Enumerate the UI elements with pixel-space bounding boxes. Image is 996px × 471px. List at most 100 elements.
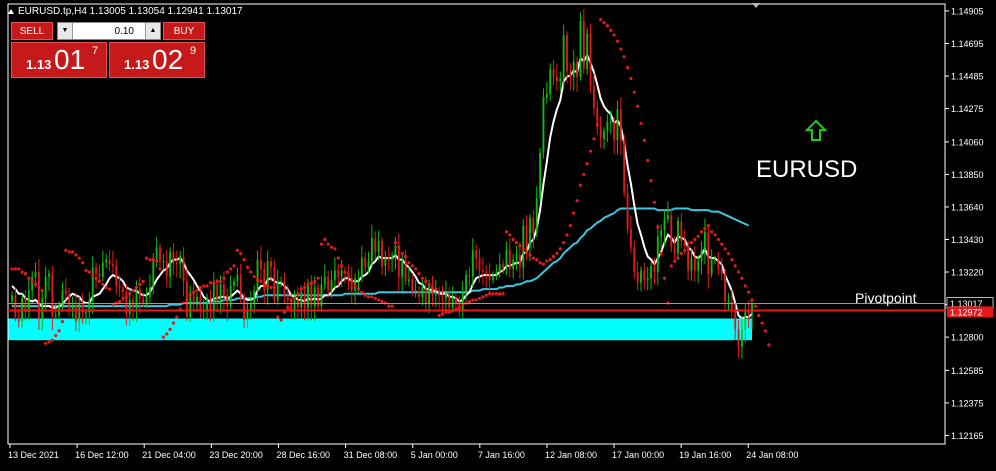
parabolic-sar-dot <box>488 292 492 296</box>
parabolic-sar-dot <box>222 276 226 280</box>
parabolic-sar-dot <box>474 298 478 302</box>
collapse-triangle-icon[interactable] <box>8 8 14 14</box>
symbol-label: EURUSD <box>756 156 857 183</box>
parabolic-sar-dot <box>629 76 633 80</box>
candle-body <box>444 293 447 299</box>
candle-body <box>434 292 437 296</box>
y-axis-tick-label: 1.12375 <box>951 398 984 408</box>
candle-body <box>68 293 71 310</box>
parabolic-sar-dot <box>23 271 28 276</box>
candle-body <box>337 270 340 277</box>
candle-body <box>488 273 491 280</box>
candle-body <box>64 290 67 294</box>
parabolic-sar-dot <box>511 237 515 242</box>
lot-decrease-icon[interactable]: ▼ <box>58 23 73 39</box>
candle-body <box>737 329 740 347</box>
candle-body <box>633 247 636 273</box>
candle-body <box>643 270 646 280</box>
candle-body <box>397 245 400 277</box>
candle-body <box>327 276 330 291</box>
candle-body <box>115 265 118 286</box>
sell-button[interactable]: SELL <box>11 22 53 40</box>
parabolic-sar-dot <box>548 258 552 262</box>
candle-body <box>653 265 656 273</box>
lot-increase-icon[interactable]: ▲ <box>145 23 160 39</box>
parabolic-sar-dot <box>107 287 112 291</box>
parabolic-sar-dot <box>17 267 21 271</box>
parabolic-sar-dot <box>693 237 697 242</box>
parabolic-sar-dot <box>753 304 757 308</box>
x-axis-tick-label: 13 Dec 2021 <box>8 450 59 460</box>
candle-body <box>724 273 727 302</box>
candle-body <box>11 295 13 302</box>
candle-body <box>323 276 326 285</box>
parabolic-sar-dot <box>501 292 505 296</box>
candle-body <box>603 131 605 139</box>
parabolic-sar-dot <box>195 289 199 293</box>
candle-body <box>152 259 155 288</box>
chart-window: 1.14905 1.14695 1.14485 1.14275 1.14060 1.138… <box>0 0 996 471</box>
parabolic-sar-dot <box>615 39 620 43</box>
parabolic-sar-dot <box>679 251 683 256</box>
candle-body <box>256 259 259 291</box>
candle-body <box>31 276 34 291</box>
candle-body <box>461 292 464 311</box>
x-axis-tick-label: 28 Dec 16:00 <box>276 450 330 460</box>
scroll-marker-icon[interactable] <box>752 3 760 8</box>
parabolic-sar-dot <box>380 299 384 304</box>
candle-body <box>155 247 158 260</box>
candle-body <box>377 241 380 252</box>
candle-body <box>515 254 518 260</box>
parabolic-sar-dot <box>592 137 596 141</box>
parabolic-sar-dot <box>763 329 768 333</box>
sell-price-box[interactable]: 1.13 01 7 <box>11 42 107 78</box>
parabolic-sar-dot <box>595 123 599 127</box>
parabolic-sar-dot <box>710 230 714 234</box>
parabolic-sar-dot <box>484 293 488 297</box>
candle-body <box>108 259 111 265</box>
lot-size-input[interactable] <box>74 23 134 39</box>
candle-body <box>619 109 622 141</box>
parabolic-sar-dot <box>121 296 125 300</box>
parabolic-sar-dot <box>373 296 377 300</box>
parabolic-sar-dot <box>609 28 613 32</box>
parabolic-sar-dot <box>703 227 707 231</box>
y-axis-tick-label: 1.13850 <box>951 170 984 180</box>
candle-body <box>212 284 215 311</box>
parabolic-sar-dot <box>20 270 24 274</box>
parabolic-sar-dot <box>296 292 300 296</box>
parabolic-sar-dot <box>471 298 475 302</box>
parabolic-sar-dot <box>757 313 761 318</box>
candle-body <box>192 292 195 305</box>
candle-body <box>145 296 148 304</box>
parabolic-sar-dot <box>356 287 361 291</box>
parabolic-sar-dot <box>649 179 653 183</box>
candle-body <box>122 287 124 293</box>
y-axis-tick-label: 1.13430 <box>951 235 984 245</box>
candle-body <box>690 258 693 271</box>
parabolic-sar-dot <box>562 240 566 245</box>
parabolic-sar-dot <box>541 262 546 266</box>
parabolic-sar-dot <box>326 242 330 246</box>
parabolic-sar-dot <box>733 264 737 268</box>
parabolic-sar-dot <box>578 183 583 187</box>
candle-body <box>734 309 737 330</box>
parabolic-sar-dot <box>245 265 250 269</box>
parabolic-sar-dot <box>262 282 266 287</box>
buy-price-box[interactable]: 1.13 02 9 <box>109 42 205 78</box>
candle-body <box>148 287 151 297</box>
candle-body <box>384 258 387 266</box>
x-axis-tick-label: 16 Dec 12:00 <box>75 450 129 460</box>
x-axis-tick-label: 31 Dec 08:00 <box>344 450 398 460</box>
buy-button[interactable]: BUY <box>163 22 205 40</box>
candle-body <box>34 272 37 277</box>
parabolic-sar-dot <box>168 327 172 331</box>
parabolic-sar-dot <box>333 247 337 251</box>
candle-body <box>740 329 743 347</box>
candle-body <box>381 241 383 266</box>
candle-body <box>505 250 508 268</box>
candle-body <box>539 152 542 198</box>
candle-body <box>387 258 390 260</box>
buy-price-big: 02 <box>152 44 184 75</box>
parabolic-sar-dot <box>673 259 677 263</box>
